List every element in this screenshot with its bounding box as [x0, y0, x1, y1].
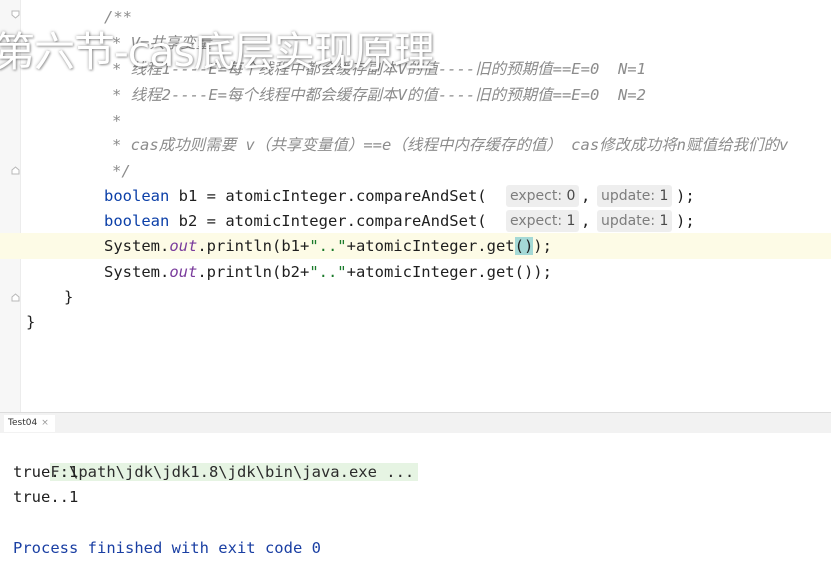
code-text: .println(b2+: [197, 263, 310, 281]
comment-text: * cas成功则需要 v（共享变量值）==e（线程中内存缓存的值） cas修改成…: [112, 136, 789, 154]
code-line: */: [0, 158, 831, 184]
static-field: out: [169, 237, 198, 255]
console-output-line: true..1: [13, 488, 79, 506]
param-hint-value: 1: [659, 213, 669, 229]
keyword: boolean: [104, 187, 170, 205]
code-text: System.: [104, 237, 170, 255]
brace-match: (): [514, 237, 534, 255]
code-text: );: [676, 212, 695, 230]
code-text: );: [533, 237, 552, 255]
closing-brace: }: [26, 313, 36, 331]
console-command-line: F:\path\jdk\jdk1.8\jdk\bin\java.exe ...: [13, 433, 419, 481]
code-text: .println(b1+: [197, 237, 310, 255]
close-icon[interactable]: ×: [41, 418, 49, 428]
code-line: *: [0, 108, 831, 134]
run-console[interactable]: F:\path\jdk\jdk1.8\jdk\bin\java.exe ... …: [0, 433, 831, 578]
run-tab-test04[interactable]: Test04 ×: [4, 415, 55, 432]
code-line-b1[interactable]: boolean b1 = atomicInteger.compareAndSet…: [0, 183, 831, 209]
param-hint-value: 1: [566, 213, 576, 229]
code-line: * cas成功则需要 v（共享变量值）==e（线程中内存缓存的值） cas修改成…: [0, 132, 831, 158]
video-title-overlay: 第六节-cas底层实现原理: [0, 28, 435, 76]
param-hint-name: expect:: [510, 213, 563, 229]
code-text: +atomicInteger.get: [346, 237, 515, 255]
code-text: b1 = atomicInteger.compareAndSet(: [169, 187, 487, 205]
code-text: +atomicInteger.get());: [346, 263, 552, 281]
code-text: ,: [581, 187, 591, 205]
console-command[interactable]: F:\path\jdk\jdk1.8\jdk\bin\java.exe ...: [50, 463, 419, 481]
param-hint-value: 0: [566, 188, 576, 204]
run-tab-label: Test04: [8, 418, 38, 428]
string-literal: "..": [309, 263, 347, 281]
param-hint: expect: 0: [506, 185, 580, 207]
code-text: System.: [104, 263, 170, 281]
comment-close: */: [112, 162, 131, 180]
param-hint-value: 1: [659, 188, 669, 204]
code-editor[interactable]: /** * V=共享变量 * 线程1----E=每个线程中都会缓存副本V的值--…: [0, 0, 831, 412]
string-literal: "..": [309, 237, 347, 255]
code-line: }: [0, 309, 831, 335]
console-output-line: true..1: [13, 463, 79, 481]
param-hint-name: update:: [601, 188, 656, 204]
param-hint: update: 1: [597, 185, 673, 207]
param-hint-name: expect:: [510, 188, 563, 204]
code-line: }: [0, 284, 831, 310]
console-exit-message: Process finished with exit code 0: [13, 539, 321, 557]
code-line: * 线程2----E=每个线程中都会缓存副本V的值----旧的预期值==E=0 …: [0, 82, 831, 108]
param-hint-name: update:: [601, 213, 656, 229]
keyword: boolean: [104, 212, 170, 230]
comment-text: * 线程2----E=每个线程中都会缓存副本V的值----旧的预期值==E=0 …: [112, 86, 646, 104]
code-text: );: [676, 187, 695, 205]
code-line-b2[interactable]: boolean b2 = atomicInteger.compareAndSet…: [0, 208, 831, 234]
param-hint: update: 1: [597, 210, 673, 232]
code-text: b2 = atomicInteger.compareAndSet(: [169, 212, 487, 230]
static-field: out: [169, 263, 198, 281]
code-line-current[interactable]: System.out.println(b1+".."+atomicInteger…: [0, 233, 831, 259]
closing-brace: }: [64, 288, 74, 306]
code-line[interactable]: System.out.println(b2+".."+atomicInteger…: [0, 259, 831, 285]
run-tab-bar: Test04 ×: [0, 412, 831, 434]
comment-text: *: [112, 112, 122, 130]
param-hint: expect: 1: [506, 210, 580, 232]
code-text: ,: [581, 212, 591, 230]
